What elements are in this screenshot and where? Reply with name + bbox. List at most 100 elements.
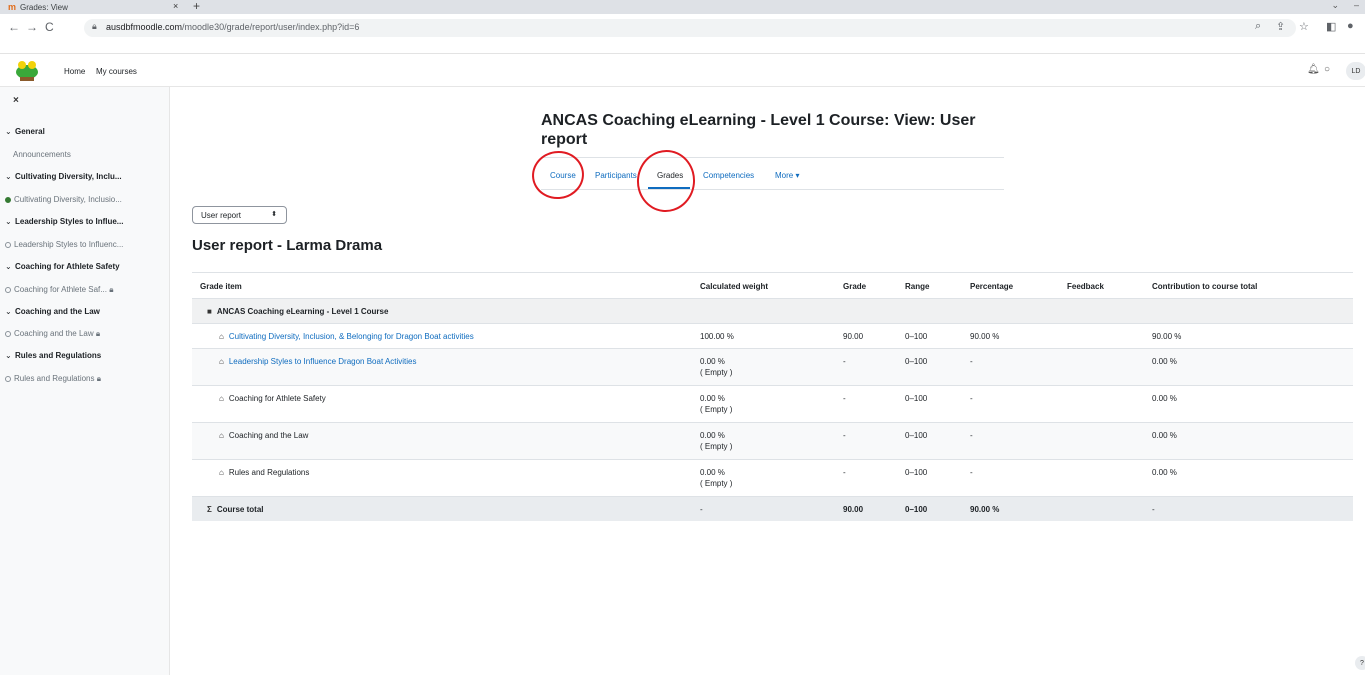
new-tab-icon[interactable]: + [193,0,200,13]
active-tab-indicator [648,187,690,189]
browser-tab-bar: m Grades: View × + ⌄ – [0,0,1365,14]
tab-participants[interactable]: Participants [595,171,637,180]
range-cell: 0–100 [905,431,928,440]
drawer-section-rules[interactable]: ⌄ Rules and Regulations [5,351,101,360]
col-header-feedback: Feedback [1067,282,1104,291]
forward-icon[interactable]: → [26,20,38,34]
help-button[interactable]: ? [1355,656,1365,670]
percentage-cell: 90.00 % [970,332,1000,341]
grade-item-name: ⌂ Coaching and the Law [219,431,309,440]
drawer-activity-leadership[interactable]: Leadership Styles to Influenc... [5,240,123,249]
site-logo-icon[interactable] [14,58,40,82]
reload-icon[interactable]: C [45,20,54,34]
weight-cell: 0.00 % [700,394,725,403]
grade-cell: - [843,431,846,440]
chevron-down-icon: ⌄ [5,307,12,316]
col-header-range: Range [905,282,930,291]
table-row [192,459,1353,496]
chevron-down-icon: ⌄ [5,262,12,271]
grade-item-name: ⌂ Rules and Regulations [219,468,310,477]
moodle-favicon-icon: m [8,2,17,12]
minimize-icon[interactable]: – [1354,0,1359,10]
nav-my-courses-link[interactable]: My courses [96,67,137,76]
drawer-section-diversity[interactable]: ⌄ Cultivating Diversity, Inclu... [5,172,122,181]
tab-competencies[interactable]: Competencies [703,171,754,180]
contribution-cell: 0.00 % [1152,468,1177,477]
lock-icon: 🔒︎ [109,285,114,294]
chevron-down-icon: ⌄ [5,127,12,136]
back-icon[interactable]: ← [8,20,20,34]
course-total-row [192,496,1353,521]
drawer-activity-diversity[interactable]: Cultivating Diversity, Inclusio... [5,195,122,204]
url-text[interactable]: ausdbfmoodle.com/moodle30/grade/report/u… [106,22,359,32]
contribution-cell: 0.00 % [1152,431,1177,440]
chevron-down-icon: ⌄ [5,172,12,181]
chevron-down-icon: ⌄ [5,217,12,226]
tab-course[interactable]: Course [550,171,576,180]
tab-search-icon[interactable]: ⌄ [1331,0,1339,11]
page-title: ANCAS Coaching eLearning - Level 1 Cours… [541,112,976,148]
drawer-section-law[interactable]: ⌄ Coaching and the Law [5,307,100,316]
percentage-cell: - [970,394,973,403]
profile-icon[interactable]: ● [1347,20,1354,32]
user-avatar[interactable]: LD [1346,62,1365,80]
category-name: ■ ANCAS Coaching eLearning - Level 1 Cour… [207,307,389,316]
weight-note: ( Empty ) [700,405,733,414]
drawer-activity-law[interactable]: Coaching and the Law 🔒︎ [5,329,100,339]
browser-tab[interactable]: m Grades: View × [8,0,208,14]
drawer-section-general[interactable]: ⌄ General [5,127,45,136]
drawer-activity-rules[interactable]: Rules and Regulations 🔒︎ [5,374,101,384]
lock-icon[interactable]: 🔒︎ [92,21,97,32]
assignment-icon: ⌂ [219,431,224,440]
grade-cell: 90.00 [843,332,864,341]
range-cell: 0–100 [905,332,928,341]
weight-note: ( Empty ) [700,442,733,451]
drawer-activity-athlete-safety[interactable]: Coaching for Athlete Saf... 🔒︎ [5,285,113,295]
grade-cell: - [843,468,846,477]
completion-circle-icon [5,287,11,293]
contribution-cell: 90.00 % [1152,332,1182,341]
bookmark-star-icon[interactable]: ☆ [1299,20,1309,33]
assignment-icon: ⌂ [219,394,224,403]
close-drawer-icon[interactable]: × [13,95,19,106]
share-icon[interactable]: ⇪ [1276,20,1285,33]
select-arrows-icon: ⬍ [271,211,277,218]
tab-grades[interactable]: Grades [657,171,683,180]
chevron-down-icon: ⌄ [5,351,12,360]
tab-title: Grades: View [20,2,68,12]
course-total-label: Σ Course total [207,505,264,514]
weight-cell: 0.00 % [700,468,725,477]
drawer-section-athlete-safety[interactable]: ⌄ Coaching for Athlete Safety [5,262,120,271]
side-panel-icon[interactable]: ◧ [1326,20,1336,33]
range-cell: 0–100 [905,357,928,366]
zoom-icon[interactable]: ⌕ [1255,20,1261,33]
grade-item-name: ⌂ Coaching for Athlete Safety [219,394,326,403]
total-range-cell: 0–100 [905,505,928,514]
messages-icon[interactable]: ○ [1324,64,1330,75]
col-header-weight: Calculated weight [700,282,769,291]
completion-circle-icon [5,242,11,248]
drawer-item-announcements[interactable]: Announcements [13,150,71,159]
completion-dot-icon [5,197,11,203]
assignment-icon: ⌂ [219,468,224,477]
nav-home-link[interactable]: Home [64,67,85,76]
close-tab-icon[interactable]: × [173,1,178,11]
total-weight-cell: - [700,505,703,514]
col-header-grade-item: Grade item [200,282,242,291]
notifications-bell-icon[interactable]: 🔔︎ [1307,64,1320,75]
assignment-icon: ⌂ [219,332,224,341]
contribution-cell: 0.00 % [1152,394,1177,403]
completion-circle-icon [5,331,11,337]
total-grade-cell: 90.00 [843,505,864,514]
drawer-section-leadership[interactable]: ⌄ Leadership Styles to Influe... [5,217,123,226]
report-type-select[interactable]: User report ⬍ [192,206,287,224]
col-header-grade: Grade [843,282,867,291]
weight-cell: 100.00 % [700,332,734,341]
range-cell: 0–100 [905,468,928,477]
tab-more[interactable]: More ▾ [775,171,799,180]
grade-item-link[interactable]: ⌂ Leadership Styles to Influence Dragon B… [219,356,417,367]
col-header-percentage: Percentage [970,282,1014,291]
grade-item-link[interactable]: ⌂ Cultivating Diversity, Inclusion, & Bel… [219,331,474,342]
total-percentage-cell: 90.00 % [970,505,1000,514]
grade-cell: - [843,357,846,366]
